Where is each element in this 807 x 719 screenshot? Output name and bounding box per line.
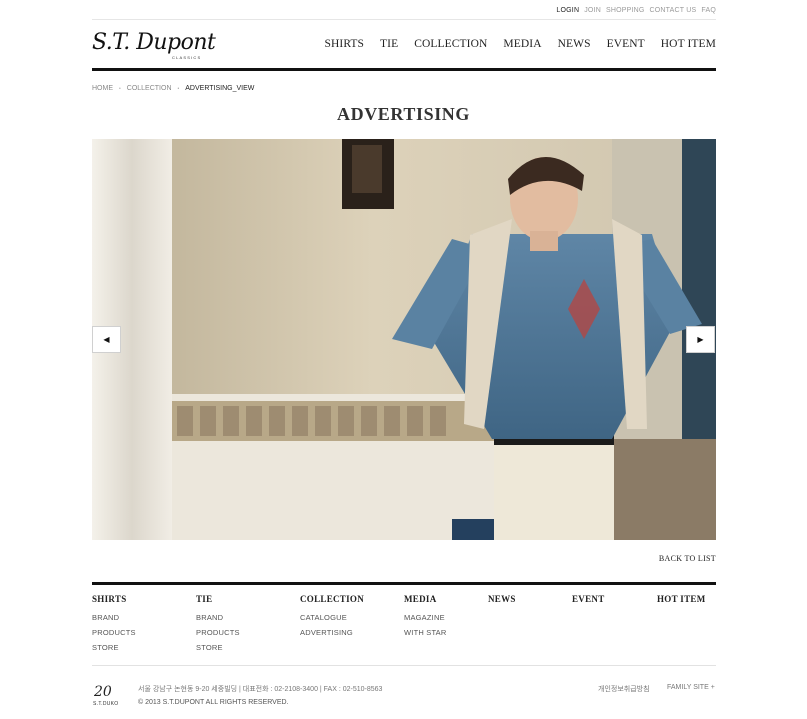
shopping-link[interactable]: SHOPPING bbox=[606, 7, 645, 19]
footer-link[interactable]: ADVERTISING bbox=[300, 625, 364, 640]
breadcrumb-current: ADVERTISING_VIEW bbox=[185, 85, 255, 92]
footer-divider bbox=[92, 582, 716, 585]
footer-heading[interactable]: COLLECTION bbox=[300, 594, 364, 604]
header-divider bbox=[92, 68, 716, 71]
footer-heading[interactable]: MEDIA bbox=[404, 594, 447, 604]
family-site-select[interactable]: FAMILY SITE + bbox=[667, 684, 715, 691]
breadcrumb-separator: • bbox=[119, 85, 121, 92]
back-to-list-button[interactable]: BACK TO LIST bbox=[659, 554, 716, 563]
nav-event[interactable]: EVENT bbox=[607, 38, 645, 50]
advertising-photo bbox=[92, 139, 716, 540]
footer-col-event: EVENT bbox=[572, 594, 605, 610]
footer-link[interactable]: BRAND bbox=[92, 610, 136, 625]
breadcrumb-collection[interactable]: COLLECTION bbox=[127, 85, 172, 92]
footer-logo: 20 bbox=[94, 684, 112, 700]
footer-link[interactable]: STORE bbox=[92, 640, 136, 655]
footer-heading[interactable]: TIE bbox=[196, 594, 240, 604]
main-nav: SHIRTS TIE COLLECTION MEDIA NEWS EVENT H… bbox=[325, 38, 717, 50]
utility-nav: LOGIN JOIN SHOPPING CONTACT US FAQ bbox=[92, 7, 716, 19]
login-link[interactable]: LOGIN bbox=[556, 7, 579, 19]
divider bbox=[92, 665, 716, 666]
breadcrumb: HOME • COLLECTION • ADVERTISING_VIEW bbox=[92, 85, 254, 92]
company-address: 서울 강남구 논현동 9-20 세중빌딩 | 대표전화 : 02-2108-34… bbox=[138, 686, 383, 693]
page-title: ADVERTISING bbox=[337, 104, 470, 124]
footer-col-tie: TIE BRAND PRODUCTS STORE bbox=[196, 594, 240, 655]
next-slide-button[interactable]: ▶ bbox=[686, 326, 715, 353]
footer-link[interactable]: STORE bbox=[196, 640, 240, 655]
footer-heading[interactable]: HOT ITEM bbox=[657, 594, 706, 604]
brand-logo-sub: CLASSICS bbox=[172, 55, 202, 60]
footer-link[interactable]: PRODUCTS bbox=[196, 625, 240, 640]
privacy-policy-link[interactable]: 개인정보취급방침 bbox=[598, 684, 650, 694]
footer-heading[interactable]: SHIRTS bbox=[92, 594, 136, 604]
arrow-left-icon: ◀ bbox=[103, 335, 110, 344]
footer-col-collection: COLLECTION CATALOGUE ADVERTISING bbox=[300, 594, 364, 640]
divider bbox=[92, 19, 716, 20]
join-link[interactable]: JOIN bbox=[584, 7, 601, 19]
footer-heading[interactable]: EVENT bbox=[572, 594, 605, 604]
prev-slide-button[interactable]: ◀ bbox=[92, 326, 121, 353]
footer-heading[interactable]: NEWS bbox=[488, 594, 516, 604]
advertising-image bbox=[92, 139, 716, 540]
nav-hot-item[interactable]: HOT ITEM bbox=[661, 38, 716, 50]
footer-nav: SHIRTS BRAND PRODUCTS STORE TIE BRAND PR… bbox=[92, 594, 716, 654]
copyright: © 2013 S.T.DUPONT ALL RIGHTS RESERVED. bbox=[138, 699, 289, 706]
footer-link[interactable]: MAGAZINE bbox=[404, 610, 447, 625]
nav-shirts[interactable]: SHIRTS bbox=[325, 38, 365, 50]
footer-link[interactable]: PRODUCTS bbox=[92, 625, 136, 640]
footer-col-hot-item: HOT ITEM bbox=[657, 594, 706, 610]
nav-news[interactable]: NEWS bbox=[558, 38, 591, 50]
arrow-right-icon: ▶ bbox=[697, 335, 704, 344]
footer-col-shirts: SHIRTS BRAND PRODUCTS STORE bbox=[92, 594, 136, 655]
faq-link[interactable]: FAQ bbox=[701, 7, 716, 19]
footer-link[interactable]: CATALOGUE bbox=[300, 610, 364, 625]
footer-col-media: MEDIA MAGAZINE WITH STAR bbox=[404, 594, 447, 640]
breadcrumb-separator: • bbox=[177, 85, 180, 92]
nav-tie[interactable]: TIE bbox=[380, 38, 398, 50]
nav-media[interactable]: MEDIA bbox=[503, 38, 541, 50]
footer-link[interactable]: BRAND bbox=[196, 610, 240, 625]
breadcrumb-home[interactable]: HOME bbox=[92, 85, 113, 92]
footer-link[interactable]: WITH STAR bbox=[404, 625, 447, 640]
contact-link[interactable]: CONTACT US bbox=[650, 7, 697, 19]
footer-col-news: NEWS bbox=[488, 594, 516, 610]
nav-collection[interactable]: COLLECTION bbox=[414, 38, 487, 50]
brand-logo[interactable]: S.T. Dupont bbox=[92, 30, 216, 55]
footer-logo-sub: S.T.DUKO bbox=[93, 701, 119, 707]
